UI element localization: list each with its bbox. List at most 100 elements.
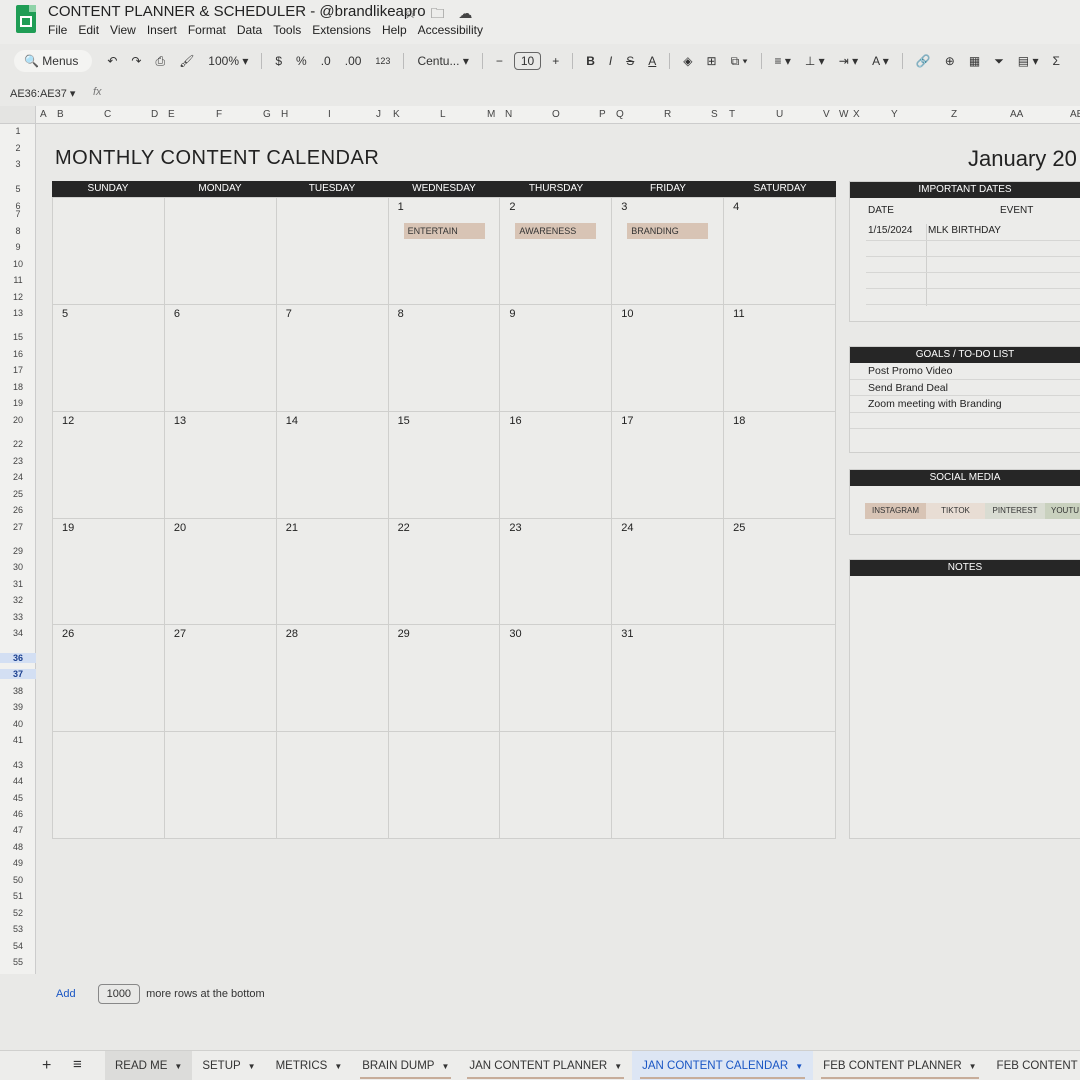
calendar-day-cell[interactable]: 31 — [612, 625, 725, 733]
font-size-input[interactable]: 10 — [513, 52, 542, 70]
column-header[interactable]: Z — [951, 109, 957, 120]
calendar-day-cell[interactable]: 20 — [164, 518, 277, 626]
column-header[interactable]: C — [104, 109, 111, 120]
calendar-day-cell[interactable]: 13 — [164, 411, 277, 519]
date-cell[interactable]: 1/15/2024 — [868, 225, 913, 236]
chevron-down-icon[interactable]: ▼ — [969, 1062, 977, 1071]
row-header[interactable]: 50 — [0, 875, 36, 885]
calendar-day-cell[interactable] — [276, 732, 389, 839]
column-header[interactable]: J — [376, 109, 381, 120]
calendar-day-cell[interactable] — [500, 732, 613, 839]
decrease-decimal-button[interactable]: .0 — [321, 54, 331, 68]
column-header[interactable]: AA — [1010, 109, 1023, 120]
merge-cells-icon[interactable]: ⧉ ▾ — [731, 54, 748, 69]
chevron-down-icon[interactable]: ▼ — [795, 1062, 803, 1071]
column-header[interactable]: V — [823, 109, 830, 120]
vertical-align-icon[interactable]: ⊥ ▾ — [805, 54, 825, 68]
italic-button[interactable]: I — [609, 54, 612, 68]
row-header[interactable]: 5 — [0, 184, 36, 194]
column-header[interactable]: N — [505, 109, 512, 120]
calendar-day-cell[interactable]: 17 — [612, 411, 725, 519]
column-header[interactable]: R — [664, 109, 671, 120]
goal-item[interactable]: Send Brand Deal — [850, 380, 1080, 396]
menu-item-file[interactable]: File — [48, 23, 67, 37]
borders-icon[interactable]: ⊞ — [707, 54, 717, 68]
calendar-day-cell[interactable]: 9 — [500, 304, 613, 412]
fill-color-icon[interactable]: ◈ — [683, 54, 692, 68]
row-header[interactable]: 45 — [0, 793, 36, 803]
cloud-status-icon[interactable]: ☁ — [458, 5, 472, 21]
row-header[interactable]: 19 — [0, 398, 36, 408]
add-rows-button[interactable]: Add — [56, 988, 76, 1000]
row-header[interactable]: 16 — [0, 349, 36, 359]
row-header[interactable]: 26 — [0, 505, 36, 515]
column-header[interactable]: D — [151, 109, 158, 120]
calendar-day-cell[interactable]: 5 — [53, 304, 165, 412]
calendar-day-cell[interactable]: 30 — [500, 625, 613, 733]
calendar-day-cell[interactable]: 25 — [724, 518, 836, 626]
number-format-button[interactable]: 123 — [375, 56, 390, 66]
row-header[interactable]: 25 — [0, 489, 36, 499]
sheet-tab-feb-content-cal[interactable]: FEB CONTENT CAL — [987, 1051, 1080, 1080]
calendar-day-cell[interactable]: 18 — [724, 411, 836, 519]
sheets-logo-icon[interactable] — [16, 5, 36, 33]
row-header[interactable]: 3 — [0, 159, 36, 169]
goal-item[interactable]: Zoom meeting with Branding — [850, 396, 1080, 413]
calendar-day-cell[interactable]: 1 ENTERTAIN — [388, 198, 501, 305]
row-header[interactable]: 34 — [0, 628, 36, 638]
row-header[interactable]: 48 — [0, 842, 36, 852]
calendar-day-cell[interactable] — [53, 198, 165, 305]
paint-format-icon[interactable]: 🖌 — [179, 54, 194, 68]
horizontal-align-icon[interactable]: ≡ ▾ — [775, 54, 791, 68]
event-cell[interactable]: MLK BIRTHDAY — [928, 225, 1001, 236]
zoom-select[interactable]: 100% ▾ — [208, 54, 248, 68]
row-header[interactable]: 11 — [0, 275, 36, 285]
row-header[interactable]: 53 — [0, 924, 36, 934]
menu-item-extensions[interactable]: Extensions — [312, 23, 371, 37]
calendar-day-cell[interactable] — [612, 732, 725, 839]
row-header[interactable]: 41 — [0, 735, 36, 745]
calendar-day-cell[interactable]: 7 — [276, 304, 389, 412]
calendar-day-cell[interactable]: 28 — [276, 625, 389, 733]
chevron-down-icon[interactable]: ▼ — [248, 1062, 256, 1071]
row-header[interactable]: 1 — [0, 126, 36, 136]
column-header[interactable]: F — [216, 109, 222, 120]
column-header[interactable]: B — [57, 109, 64, 120]
calendar-day-cell[interactable]: 4 — [724, 198, 836, 305]
row-header[interactable]: 2 — [0, 143, 36, 153]
row-header[interactable]: 10 — [0, 259, 36, 269]
column-header[interactable]: U — [776, 109, 783, 120]
text-color-button[interactable]: A — [648, 54, 656, 68]
percent-button[interactable]: % — [296, 54, 307, 68]
menu-item-insert[interactable]: Insert — [147, 23, 177, 37]
goal-item[interactable]: Post Promo Video — [850, 363, 1080, 380]
social-platform-tag[interactable]: PINTEREST — [985, 503, 1045, 519]
calendar-day-cell[interactable]: 3 BRANDING — [612, 198, 725, 305]
calendar-day-cell[interactable]: 22 — [388, 518, 501, 626]
social-platform-tag[interactable]: YOUTU — [1045, 503, 1080, 519]
row-header[interactable]: 39 — [0, 702, 36, 712]
row-header[interactable]: 54 — [0, 941, 36, 951]
filter-icon[interactable]: ⏷ — [994, 54, 1004, 69]
text-rotation-icon[interactable]: A ▾ — [872, 54, 889, 68]
sheet-tab-brain-dump[interactable]: BRAIN DUMP ▼ — [352, 1051, 459, 1080]
row-header[interactable]: 13 — [0, 308, 36, 318]
calendar-day-cell[interactable]: 27 — [164, 625, 277, 733]
column-header[interactable]: A — [40, 109, 47, 120]
row-header[interactable]: 23 — [0, 456, 36, 466]
sheet-tab-jan-content-planner[interactable]: JAN CONTENT PLANNER ▼ — [459, 1051, 632, 1080]
row-header[interactable]: 49 — [0, 858, 36, 868]
column-header[interactable]: P — [599, 109, 606, 120]
calendar-day-cell[interactable]: 26 — [53, 625, 165, 733]
row-header[interactable]: 36 — [0, 653, 36, 663]
text-wrap-icon[interactable]: ⇥ ▾ — [839, 54, 858, 68]
row-header[interactable]: 44 — [0, 776, 36, 786]
calendar-day-cell[interactable]: 14 — [276, 411, 389, 519]
calendar-day-cell[interactable] — [388, 732, 501, 839]
row-header[interactable]: 52 — [0, 908, 36, 918]
column-header[interactable]: S — [711, 109, 718, 120]
row-header[interactable]: 18 — [0, 382, 36, 392]
column-header[interactable]: K — [393, 109, 400, 120]
menu-item-help[interactable]: Help — [382, 23, 407, 37]
search-menus-button[interactable]: 🔍 Menus — [14, 50, 93, 72]
